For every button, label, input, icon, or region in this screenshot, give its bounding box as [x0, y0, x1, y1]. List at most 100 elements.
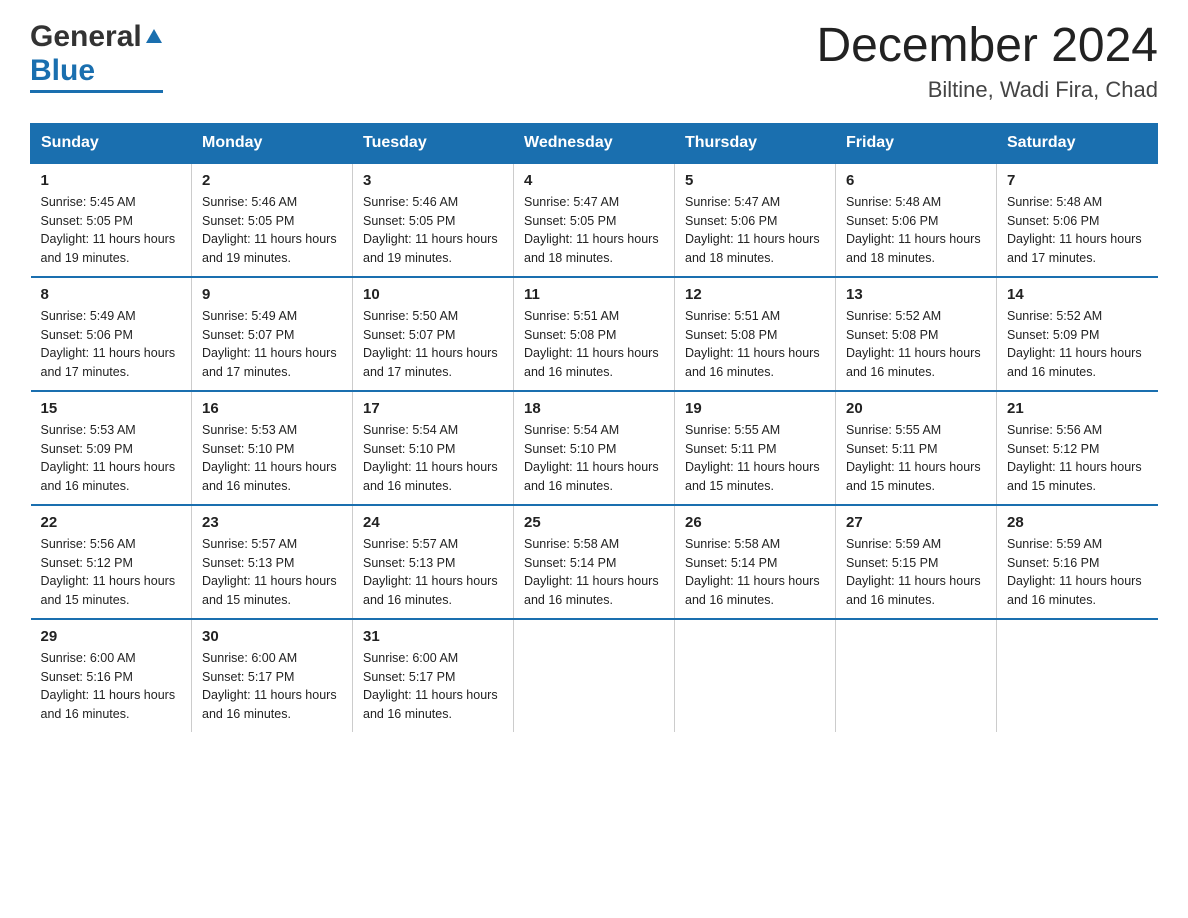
- logo-general: General: [30, 20, 142, 54]
- day-number: 9: [202, 286, 342, 303]
- day-cell-3: 3 Sunrise: 5:46 AM Sunset: 5:05 PM Dayli…: [353, 163, 514, 277]
- day-number: 11: [524, 286, 664, 303]
- day-info: Sunrise: 5:47 AM Sunset: 5:05 PM Dayligh…: [524, 193, 664, 268]
- day-info: Sunrise: 5:51 AM Sunset: 5:08 PM Dayligh…: [685, 307, 825, 382]
- day-number: 17: [363, 400, 503, 417]
- day-cell-6: 6 Sunrise: 5:48 AM Sunset: 5:06 PM Dayli…: [836, 163, 997, 277]
- day-cell-20: 20 Sunrise: 5:55 AM Sunset: 5:11 PM Dayl…: [836, 391, 997, 505]
- day-info: Sunrise: 5:52 AM Sunset: 5:09 PM Dayligh…: [1007, 307, 1148, 382]
- day-number: 16: [202, 400, 342, 417]
- day-info: Sunrise: 5:58 AM Sunset: 5:14 PM Dayligh…: [524, 535, 664, 610]
- day-cell-25: 25 Sunrise: 5:58 AM Sunset: 5:14 PM Dayl…: [514, 505, 675, 619]
- day-number: 8: [41, 286, 182, 303]
- day-info: Sunrise: 6:00 AM Sunset: 5:16 PM Dayligh…: [41, 649, 182, 724]
- day-number: 6: [846, 172, 986, 189]
- day-cell-27: 27 Sunrise: 5:59 AM Sunset: 5:15 PM Dayl…: [836, 505, 997, 619]
- day-info: Sunrise: 5:48 AM Sunset: 5:06 PM Dayligh…: [1007, 193, 1148, 268]
- day-info: Sunrise: 6:00 AM Sunset: 5:17 PM Dayligh…: [363, 649, 503, 724]
- day-cell-15: 15 Sunrise: 5:53 AM Sunset: 5:09 PM Dayl…: [31, 391, 192, 505]
- day-number: 10: [363, 286, 503, 303]
- header-sunday: Sunday: [31, 123, 192, 163]
- page-header: General Blue December 2024 Biltine, Wadi…: [30, 20, 1158, 103]
- logo-text: General Blue: [30, 20, 163, 93]
- day-number: 29: [41, 628, 182, 645]
- day-info: Sunrise: 5:54 AM Sunset: 5:10 PM Dayligh…: [363, 421, 503, 496]
- week-row-5: 29 Sunrise: 6:00 AM Sunset: 5:16 PM Dayl…: [31, 619, 1158, 732]
- day-number: 25: [524, 514, 664, 531]
- day-cell-29: 29 Sunrise: 6:00 AM Sunset: 5:16 PM Dayl…: [31, 619, 192, 732]
- day-number: 22: [41, 514, 182, 531]
- day-cell-4: 4 Sunrise: 5:47 AM Sunset: 5:05 PM Dayli…: [514, 163, 675, 277]
- day-number: 7: [1007, 172, 1148, 189]
- page-subtitle: Biltine, Wadi Fira, Chad: [816, 77, 1158, 103]
- day-number: 23: [202, 514, 342, 531]
- day-info: Sunrise: 5:46 AM Sunset: 5:05 PM Dayligh…: [202, 193, 342, 268]
- day-info: Sunrise: 5:53 AM Sunset: 5:09 PM Dayligh…: [41, 421, 182, 496]
- header-thursday: Thursday: [675, 123, 836, 163]
- day-number: 21: [1007, 400, 1148, 417]
- day-cell-empty: [514, 619, 675, 732]
- day-info: Sunrise: 6:00 AM Sunset: 5:17 PM Dayligh…: [202, 649, 342, 724]
- day-info: Sunrise: 5:55 AM Sunset: 5:11 PM Dayligh…: [685, 421, 825, 496]
- day-info: Sunrise: 5:53 AM Sunset: 5:10 PM Dayligh…: [202, 421, 342, 496]
- day-cell-19: 19 Sunrise: 5:55 AM Sunset: 5:11 PM Dayl…: [675, 391, 836, 505]
- day-info: Sunrise: 5:52 AM Sunset: 5:08 PM Dayligh…: [846, 307, 986, 382]
- day-number: 27: [846, 514, 986, 531]
- day-cell-7: 7 Sunrise: 5:48 AM Sunset: 5:06 PM Dayli…: [997, 163, 1158, 277]
- logo-blue: Blue: [30, 54, 95, 88]
- day-info: Sunrise: 5:46 AM Sunset: 5:05 PM Dayligh…: [363, 193, 503, 268]
- day-info: Sunrise: 5:55 AM Sunset: 5:11 PM Dayligh…: [846, 421, 986, 496]
- day-info: Sunrise: 5:57 AM Sunset: 5:13 PM Dayligh…: [363, 535, 503, 610]
- day-info: Sunrise: 5:47 AM Sunset: 5:06 PM Dayligh…: [685, 193, 825, 268]
- day-info: Sunrise: 5:56 AM Sunset: 5:12 PM Dayligh…: [1007, 421, 1148, 496]
- day-cell-22: 22 Sunrise: 5:56 AM Sunset: 5:12 PM Dayl…: [31, 505, 192, 619]
- calendar-table: SundayMondayTuesdayWednesdayThursdayFrid…: [30, 123, 1158, 732]
- header-wednesday: Wednesday: [514, 123, 675, 163]
- day-cell-empty: [836, 619, 997, 732]
- day-cell-17: 17 Sunrise: 5:54 AM Sunset: 5:10 PM Dayl…: [353, 391, 514, 505]
- header-saturday: Saturday: [997, 123, 1158, 163]
- logo-underline: [30, 90, 163, 93]
- day-number: 3: [363, 172, 503, 189]
- day-cell-5: 5 Sunrise: 5:47 AM Sunset: 5:06 PM Dayli…: [675, 163, 836, 277]
- day-info: Sunrise: 5:50 AM Sunset: 5:07 PM Dayligh…: [363, 307, 503, 382]
- day-number: 4: [524, 172, 664, 189]
- day-info: Sunrise: 5:54 AM Sunset: 5:10 PM Dayligh…: [524, 421, 664, 496]
- day-cell-23: 23 Sunrise: 5:57 AM Sunset: 5:13 PM Dayl…: [192, 505, 353, 619]
- week-row-3: 15 Sunrise: 5:53 AM Sunset: 5:09 PM Dayl…: [31, 391, 1158, 505]
- calendar-header-row: SundayMondayTuesdayWednesdayThursdayFrid…: [31, 123, 1158, 163]
- day-cell-14: 14 Sunrise: 5:52 AM Sunset: 5:09 PM Dayl…: [997, 277, 1158, 391]
- day-info: Sunrise: 5:45 AM Sunset: 5:05 PM Dayligh…: [41, 193, 182, 268]
- page-title: December 2024: [816, 20, 1158, 73]
- day-info: Sunrise: 5:59 AM Sunset: 5:15 PM Dayligh…: [846, 535, 986, 610]
- day-info: Sunrise: 5:49 AM Sunset: 5:06 PM Dayligh…: [41, 307, 182, 382]
- day-number: 18: [524, 400, 664, 417]
- day-number: 30: [202, 628, 342, 645]
- day-number: 26: [685, 514, 825, 531]
- day-info: Sunrise: 5:49 AM Sunset: 5:07 PM Dayligh…: [202, 307, 342, 382]
- day-number: 13: [846, 286, 986, 303]
- day-cell-16: 16 Sunrise: 5:53 AM Sunset: 5:10 PM Dayl…: [192, 391, 353, 505]
- day-cell-31: 31 Sunrise: 6:00 AM Sunset: 5:17 PM Dayl…: [353, 619, 514, 732]
- day-info: Sunrise: 5:57 AM Sunset: 5:13 PM Dayligh…: [202, 535, 342, 610]
- day-number: 12: [685, 286, 825, 303]
- day-cell-26: 26 Sunrise: 5:58 AM Sunset: 5:14 PM Dayl…: [675, 505, 836, 619]
- day-info: Sunrise: 5:48 AM Sunset: 5:06 PM Dayligh…: [846, 193, 986, 268]
- day-number: 24: [363, 514, 503, 531]
- logo: General Blue: [30, 20, 163, 93]
- day-cell-1: 1 Sunrise: 5:45 AM Sunset: 5:05 PM Dayli…: [31, 163, 192, 277]
- day-number: 15: [41, 400, 182, 417]
- day-number: 28: [1007, 514, 1148, 531]
- week-row-4: 22 Sunrise: 5:56 AM Sunset: 5:12 PM Dayl…: [31, 505, 1158, 619]
- header-tuesday: Tuesday: [353, 123, 514, 163]
- day-info: Sunrise: 5:59 AM Sunset: 5:16 PM Dayligh…: [1007, 535, 1148, 610]
- week-row-1: 1 Sunrise: 5:45 AM Sunset: 5:05 PM Dayli…: [31, 163, 1158, 277]
- day-info: Sunrise: 5:58 AM Sunset: 5:14 PM Dayligh…: [685, 535, 825, 610]
- header-friday: Friday: [836, 123, 997, 163]
- day-cell-24: 24 Sunrise: 5:57 AM Sunset: 5:13 PM Dayl…: [353, 505, 514, 619]
- day-cell-13: 13 Sunrise: 5:52 AM Sunset: 5:08 PM Dayl…: [836, 277, 997, 391]
- day-cell-10: 10 Sunrise: 5:50 AM Sunset: 5:07 PM Dayl…: [353, 277, 514, 391]
- day-cell-11: 11 Sunrise: 5:51 AM Sunset: 5:08 PM Dayl…: [514, 277, 675, 391]
- day-cell-18: 18 Sunrise: 5:54 AM Sunset: 5:10 PM Dayl…: [514, 391, 675, 505]
- day-cell-30: 30 Sunrise: 6:00 AM Sunset: 5:17 PM Dayl…: [192, 619, 353, 732]
